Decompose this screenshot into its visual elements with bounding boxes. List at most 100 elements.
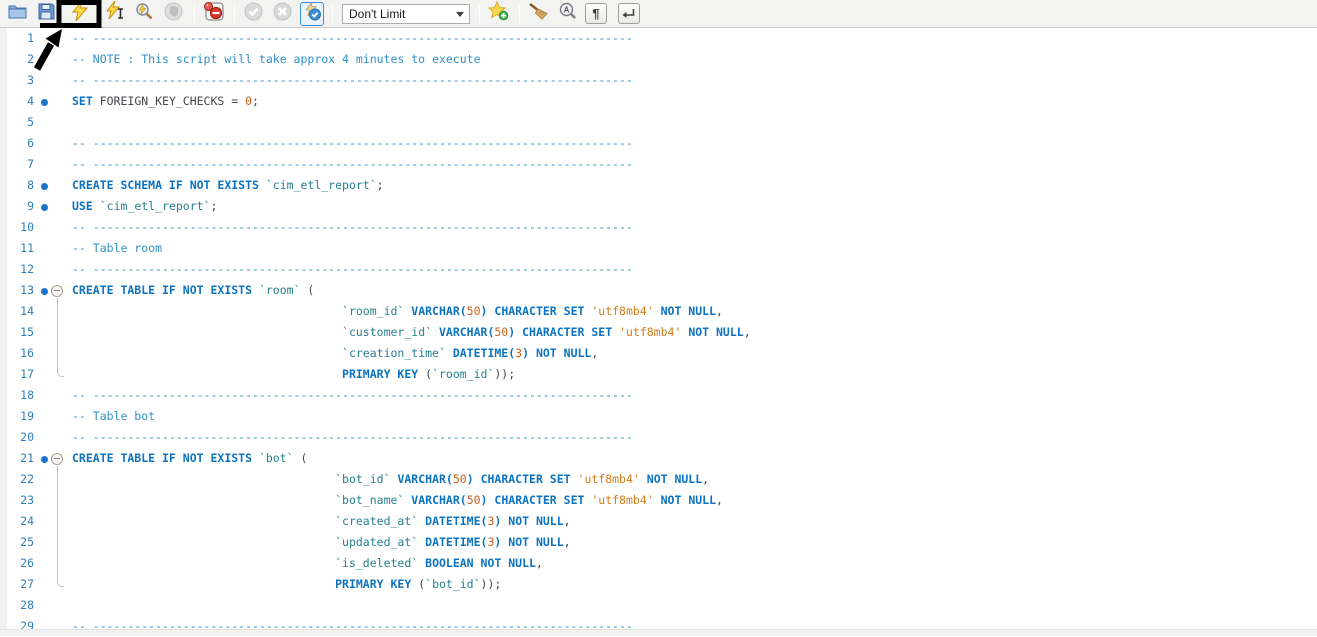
pilcrow-icon: ¶ <box>585 3 607 24</box>
code-line: 5 <box>0 112 1317 133</box>
save-snippet-button[interactable] <box>485 1 511 27</box>
autocommit-icon <box>303 2 322 26</box>
statement-marker-icon <box>41 204 48 211</box>
code-line: 24 `created_at` DATETIME(3) NOT NULL, <box>0 511 1317 532</box>
statement-marker-icon <box>41 99 48 106</box>
statement-marker-icon <box>41 456 48 463</box>
code-line: 2 -- NOTE : This script will take approx … <box>0 49 1317 70</box>
find-and-replace-button[interactable]: A <box>554 1 580 27</box>
svg-text:A: A <box>563 5 569 14</box>
code-line: 25 `updated_at` DATETIME(3) NOT NULL, <box>0 532 1317 553</box>
line-number: 1 <box>0 28 34 49</box>
code-line: 4SET FOREIGN_KEY_CHECKS = 0; <box>0 91 1317 112</box>
line-number: 14 <box>0 301 34 322</box>
line-number: 24 <box>0 511 34 532</box>
code-line: 15 `customer_id` VARCHAR(50) CHARACTER S… <box>0 322 1317 343</box>
line-number: 8 <box>0 175 34 196</box>
line-number: 22 <box>0 469 34 490</box>
code-text: SET FOREIGN_KEY_CHECKS = 0; <box>72 91 259 112</box>
rollback-transaction-button <box>269 1 295 27</box>
open-script-button[interactable] <box>4 1 30 27</box>
rollback-x-icon <box>273 2 292 26</box>
toolbar-separator <box>519 5 520 23</box>
fold-collapse-icon[interactable] <box>51 285 63 297</box>
toggle-invisible-characters-button[interactable]: ¶ <box>583 1 609 27</box>
code-line: 23 `bot_name` VARCHAR(50) CHARACTER SET … <box>0 490 1317 511</box>
sql-editor-toolbar: Don't Limit A <box>0 0 1317 28</box>
save-script-button[interactable] <box>33 1 59 27</box>
star-plus-icon <box>488 1 509 26</box>
line-number: 11 <box>0 238 34 259</box>
code-line: 14 `room_id` VARCHAR(50) CHARACTER SET '… <box>0 301 1317 322</box>
code-line: 10-- -----------------------------------… <box>0 217 1317 238</box>
code-text: `created_at` DATETIME(3) NOT NULL, <box>72 511 571 532</box>
toggle-stop-on-error-button[interactable] <box>200 1 226 27</box>
code-line: 20 -- -----------------------------------… <box>0 427 1317 448</box>
statement-marker-icon <box>41 288 48 295</box>
execute-current-statement-button[interactable] <box>102 1 128 27</box>
line-number: 26 <box>0 553 34 574</box>
code-text: PRIMARY KEY (`room_id`)); <box>72 364 515 385</box>
explain-plan-button[interactable] <box>131 1 157 27</box>
broom-icon <box>528 2 549 26</box>
code-text: `bot_id` VARCHAR(50) CHARACTER SET 'utf8… <box>72 469 709 490</box>
code-line: 28 <box>0 595 1317 616</box>
chevron-down-icon <box>456 12 464 17</box>
execute-statement-lightning-cursor-icon <box>106 1 124 26</box>
statement-marker-icon <box>41 183 48 190</box>
code-text: USE `cim_etl_report`; <box>72 196 217 217</box>
magnifier-lightning-icon <box>134 2 154 26</box>
row-limit-dropdown[interactable]: Don't Limit <box>342 4 470 24</box>
code-line: 3-- ------------------------------------… <box>0 70 1317 91</box>
code-lines: 1 -- ------------------------------------… <box>0 28 1317 636</box>
code-line: 8 CREATE SCHEMA IF NOT EXISTS `cim_etl_re… <box>0 175 1317 196</box>
line-number: 28 <box>0 595 34 616</box>
code-text: CREATE TABLE IF NOT EXISTS `bot` ( <box>72 448 307 469</box>
folder-icon <box>8 3 27 24</box>
commit-check-icon <box>244 2 263 26</box>
code-text: `creation_time` DATETIME(3) NOT NULL, <box>72 343 598 364</box>
code-text: -- -------------------------------------… <box>72 427 633 448</box>
code-line: 7-- ------------------------------------… <box>0 154 1317 175</box>
code-line: 1-- ------------------------------------… <box>0 28 1317 49</box>
code-text: -- -------------------------------------… <box>72 70 633 91</box>
beautify-script-button[interactable] <box>525 1 551 27</box>
code-text: `room_id` VARCHAR(50) CHARACTER SET 'utf… <box>72 301 723 322</box>
sql-code-editor[interactable]: 1 -- ------------------------------------… <box>0 28 1317 636</box>
code-text: CREATE SCHEMA IF NOT EXISTS `cim_etl_rep… <box>72 175 384 196</box>
code-line: 22 `bot_id` VARCHAR(50) CHARACTER SET 'u… <box>0 469 1317 490</box>
line-number: 15 <box>0 322 34 343</box>
code-text: -- NOTE : This script will take approx 4… <box>72 49 481 70</box>
commit-transaction-button <box>240 1 266 27</box>
code-line: 6-- ------------------------------------… <box>0 133 1317 154</box>
execute-script-button[interactable] <box>67 1 93 27</box>
code-line: 11 -- Table room <box>0 238 1317 259</box>
horizontal-scrollbar-track[interactable] <box>0 629 1317 636</box>
code-line: 19-- Table bot <box>0 406 1317 427</box>
code-line: 18-- -----------------------------------… <box>0 385 1317 406</box>
toolbar-separator <box>479 5 480 23</box>
code-line: 16 `creation_time` DATETIME(3) NOT NULL, <box>0 343 1317 364</box>
line-number: 16 <box>0 343 34 364</box>
stop-on-error-icon <box>203 1 224 26</box>
toolbar-separator <box>234 5 235 23</box>
toolbar-separator <box>194 5 195 23</box>
fold-collapse-icon[interactable] <box>51 453 63 465</box>
toggle-word-wrap-button[interactable] <box>616 1 642 27</box>
code-text: -- Table room <box>72 238 162 259</box>
code-text: `customer_id` VARCHAR(50) CHARACTER SET … <box>72 322 751 343</box>
line-number: 2 <box>0 49 34 70</box>
code-text: PRIMARY KEY (`bot_id`)); <box>72 574 501 595</box>
code-text: `updated_at` DATETIME(3) NOT NULL, <box>72 532 571 553</box>
code-text: CREATE TABLE IF NOT EXISTS `room` ( <box>72 280 314 301</box>
toggle-autocommit-button[interactable] <box>300 2 324 26</box>
line-number: 23 <box>0 490 34 511</box>
stop-hand-icon <box>164 2 183 26</box>
code-line: 9USE `cim_etl_report`; <box>0 196 1317 217</box>
line-number: 7 <box>0 154 34 175</box>
line-number: 20 <box>0 427 34 448</box>
code-text: `is_deleted` BOOLEAN NOT NULL, <box>72 553 543 574</box>
toolbar-separator <box>332 5 333 23</box>
line-number: 12 <box>0 259 34 280</box>
magnifier-a-icon: A <box>558 2 577 26</box>
